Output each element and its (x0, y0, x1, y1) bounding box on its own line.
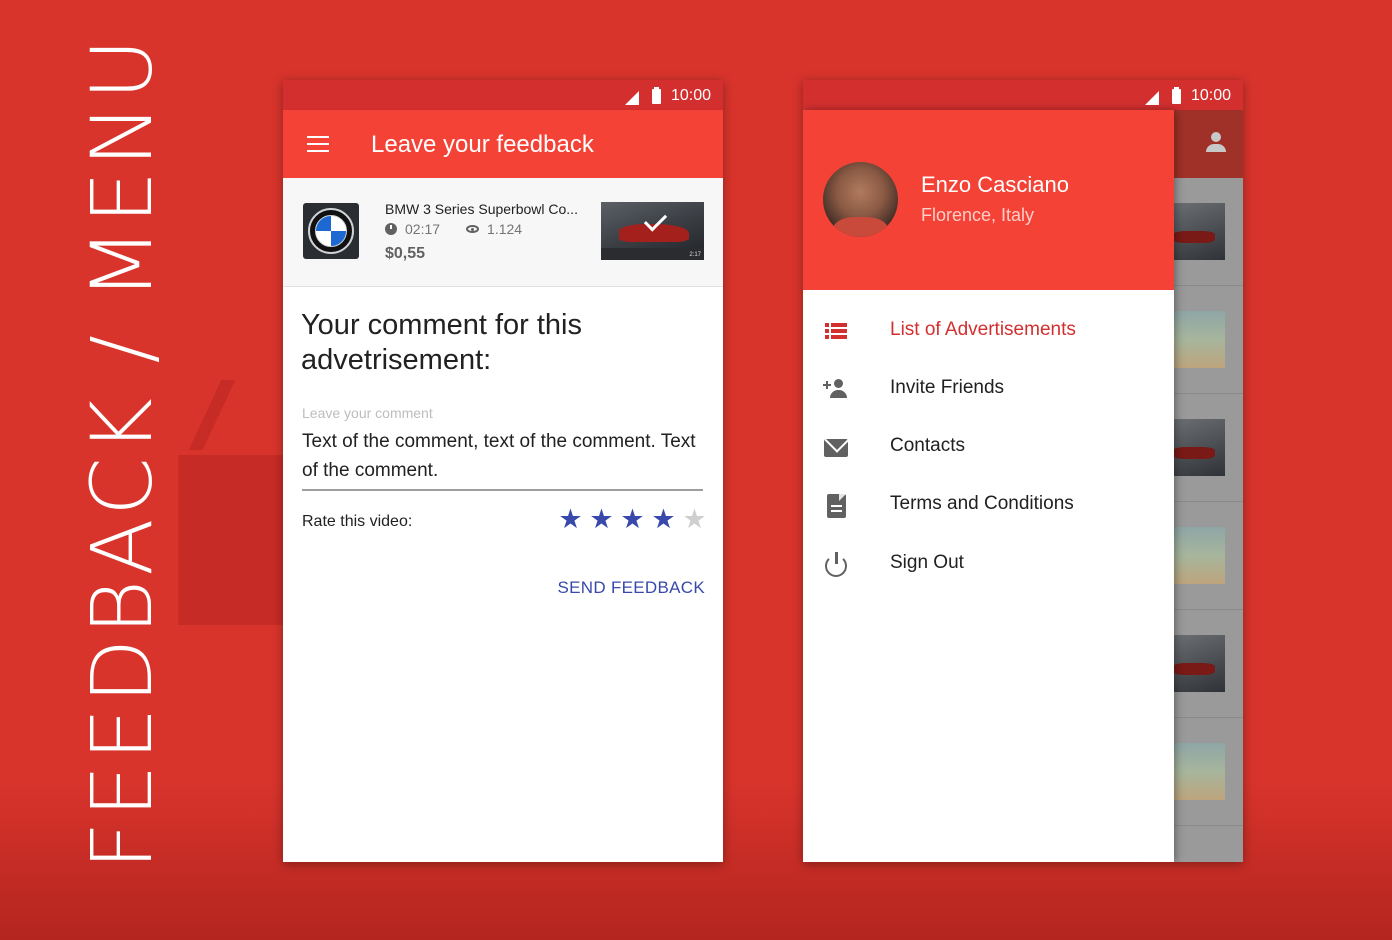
app-bar: Leave your feedback (283, 110, 723, 178)
user-location: Florence, Italy (921, 205, 1035, 225)
drawer-header: Enzo Casciano Florence, Italy (803, 110, 1174, 290)
battery-icon (1172, 87, 1181, 104)
nav-item-label: Terms and Conditions (890, 493, 1074, 514)
signal-icon (625, 91, 639, 105)
add-person-icon (823, 377, 849, 403)
account-icon (1205, 132, 1227, 154)
video-card[interactable]: BMW 3 Series Superbowl Co... 02:17 1.124… (283, 178, 723, 287)
nav-item-list-of-advertisements[interactable]: List of Advertisements (803, 303, 1174, 359)
comment-heading: Your comment for this advetrisement: (301, 309, 582, 376)
background-list-item (1173, 286, 1243, 394)
nav-item-contacts[interactable]: Contacts (803, 419, 1174, 475)
thumbnail-duration: 2:17 (689, 252, 701, 258)
star-icon-5[interactable]: ★ (679, 506, 710, 533)
battery-icon (652, 87, 661, 104)
comment-field-label: Leave your comment (302, 405, 433, 421)
side-title: FEEDBACK / MENU (73, 34, 171, 870)
background-list-item (1173, 718, 1243, 826)
send-feedback-button[interactable]: SEND FEEDBACK (558, 578, 706, 598)
status-time: 10:00 (670, 87, 711, 104)
video-title: BMW 3 Series Superbowl Co... (385, 201, 578, 217)
star-icon-2[interactable]: ★ (586, 506, 617, 533)
nav-item-label: Sign Out (890, 552, 964, 573)
background-billboard (178, 455, 298, 625)
rate-label: Rate this video: (302, 513, 413, 530)
navigation-drawer: Enzo Casciano Florence, Italy List of Ad… (803, 110, 1174, 862)
status-bar: 10:00 (803, 80, 1243, 110)
video-price: $0,55 (385, 245, 426, 262)
app-bar-title: Leave your feedback (371, 131, 594, 158)
user-name: Enzo Casciano (921, 172, 1069, 197)
video-views: 1.124 (487, 221, 523, 237)
background-list-item (1173, 178, 1243, 286)
background-list-item (1173, 610, 1243, 718)
video-meta: 02:17 1.124 (385, 221, 522, 237)
feedback-screen: 10:00 Leave your feedback BMW 3 Series S… (283, 80, 723, 862)
nav-item-label: Invite Friends (890, 377, 1005, 398)
star-rating[interactable]: ★ ★ ★ ★ ★ (555, 506, 710, 533)
hamburger-menu-icon[interactable] (307, 136, 329, 152)
clock-icon (385, 223, 397, 235)
eye-icon (466, 225, 480, 233)
nav-item-terms-and-conditions[interactable]: Terms and Conditions (803, 477, 1174, 533)
power-icon (823, 552, 849, 578)
menu-screen: 10:00 Enzo Casciano Florence, Italy List (803, 80, 1243, 862)
list-icon (823, 319, 849, 345)
comment-field[interactable]: Text of the comment, text of the comment… (302, 427, 702, 485)
nav-item-label: List of Advertisements (890, 319, 1076, 340)
star-icon-4[interactable]: ★ (648, 506, 679, 533)
nav-item-label: Contacts (890, 435, 965, 456)
status-time: 10:00 (1190, 87, 1231, 104)
avatar[interactable] (823, 162, 898, 237)
comment-field-underline (302, 489, 703, 491)
bmw-logo-icon (303, 203, 359, 259)
background-list-item (1173, 502, 1243, 610)
star-icon-1[interactable]: ★ (555, 506, 586, 533)
nav-item-sign-out[interactable]: Sign Out (803, 536, 1174, 592)
signal-icon (1145, 91, 1159, 105)
status-bar: 10:00 (283, 80, 723, 110)
mail-icon (823, 435, 849, 461)
nav-item-invite-friends[interactable]: Invite Friends (803, 361, 1174, 417)
background-list-item (1173, 394, 1243, 502)
star-icon-3[interactable]: ★ (617, 506, 648, 533)
video-thumbnail[interactable]: 2:17 (601, 202, 704, 260)
video-duration: 02:17 (405, 221, 441, 237)
document-icon (823, 493, 849, 519)
